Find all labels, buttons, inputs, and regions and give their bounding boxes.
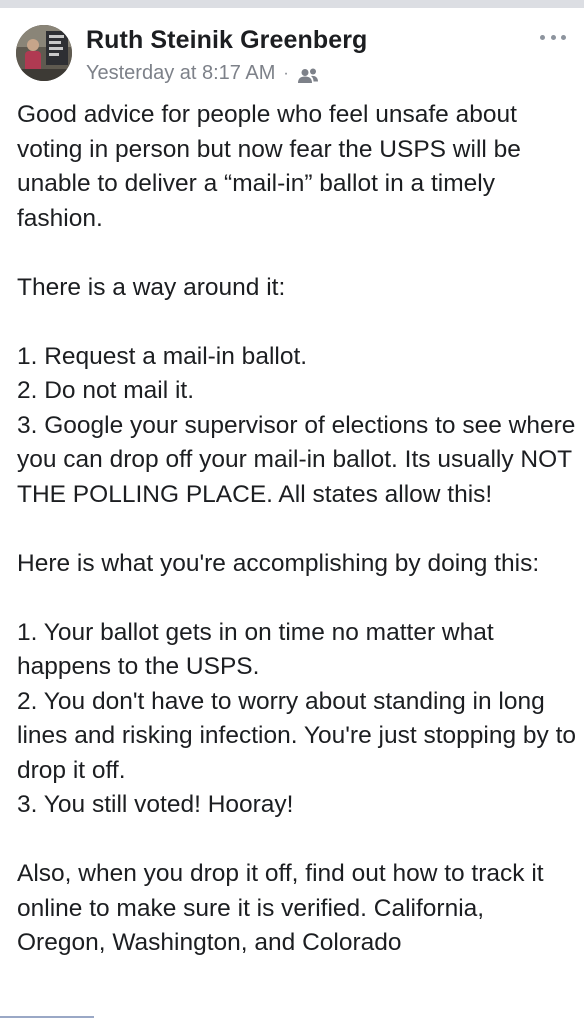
benefit-item: 2. You don't have to worry about standin… — [17, 687, 577, 784]
more-dot — [540, 34, 545, 40]
benefit-item: 1. Your ballot gets in on time no matter… — [17, 618, 494, 681]
benefit-item: 3. You still voted! Hooray! — [17, 791, 294, 818]
step-item: 2. Do not mail it. — [17, 377, 195, 404]
post-intro: Good advice for people who feel unsafe a… — [17, 101, 521, 232]
post-accomplishing: Here is what you're accomplishing by doi… — [17, 549, 540, 577]
post-meta: Yesterday at 8:17 AM · — [86, 62, 319, 85]
step-item: 1. Request a mail-in ballot. — [17, 342, 308, 370]
post-timestamp[interactable]: Yesterday at 8:17 AM — [86, 62, 275, 85]
facebook-post: Ruth Steinik Greenberg Yesterday at 8:17… — [0, 8, 584, 1018]
step-item: 3. Google your supervisor of elections t… — [17, 411, 576, 508]
post-body: Good advice for people who feel unsafe a… — [17, 98, 577, 961]
post-way-around: There is a way around it: — [17, 273, 286, 301]
profile-photo — [16, 25, 72, 81]
more-dot — [550, 34, 556, 40]
author-name[interactable]: Ruth Steinik Greenberg — [86, 26, 367, 55]
top-divider — [0, 0, 584, 8]
meta-separator: · — [283, 64, 289, 82]
more-options-icon[interactable] — [540, 30, 566, 44]
friends-icon[interactable] — [297, 67, 319, 83]
more-dot — [561, 34, 566, 40]
post-closing: Also, when you drop it off, find out how… — [17, 860, 544, 956]
avatar[interactable] — [16, 25, 72, 81]
